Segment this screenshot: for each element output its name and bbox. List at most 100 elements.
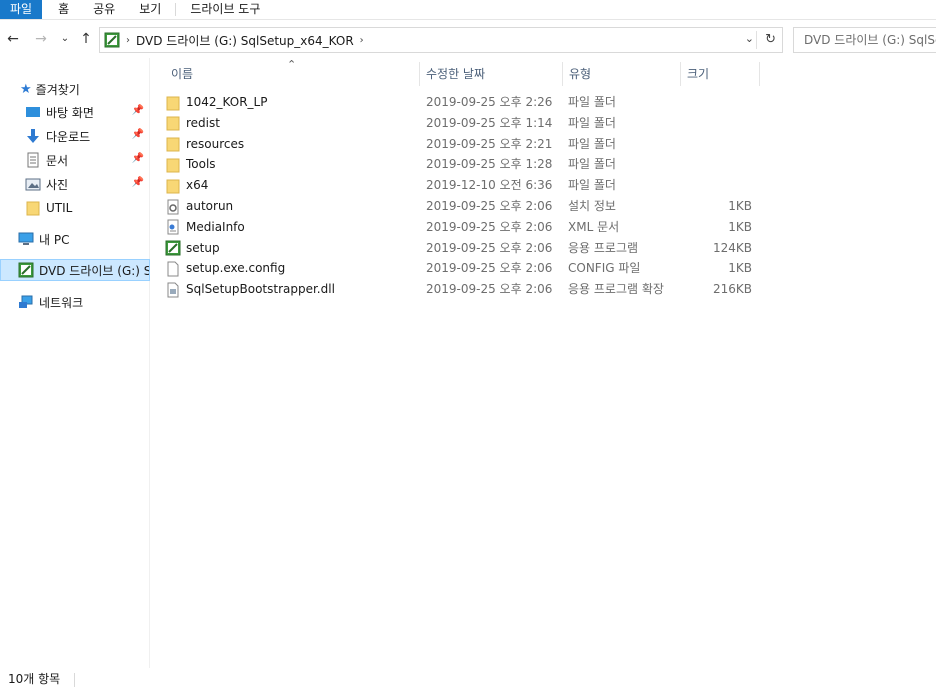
address-dropdown-chevron-icon[interactable]: ⌄ (745, 32, 754, 45)
file-name-cell[interactable]: setup.exe.config (165, 258, 285, 279)
up-arrow-icon[interactable]: ↑ (77, 30, 95, 48)
document-icon (27, 152, 39, 168)
tab-file[interactable]: 파일 (0, 0, 43, 19)
file-name-cell[interactable]: autorun (165, 196, 233, 217)
column-header-name[interactable]: 이름 (171, 62, 193, 86)
column-divider[interactable] (680, 62, 681, 86)
setup-app-icon (165, 240, 181, 256)
download-icon (27, 129, 39, 143)
tab-share[interactable]: 공유 (79, 0, 125, 19)
file-row[interactable]: MediaInfo 2019-09-25 오후 2:06 XML 문서 1KB (165, 217, 765, 238)
nav-item-label: UTIL (46, 201, 73, 215)
file-size (685, 154, 752, 175)
file-date: 2019-09-25 오후 2:06 (426, 219, 553, 234)
nav-quick-access[interactable]: ★ 즐겨찾기 (0, 78, 150, 100)
file-row[interactable]: x64 2019-12-10 오전 6:36 파일 폴더 (165, 175, 765, 196)
file-date: 2019-09-25 오후 2:06 (426, 282, 553, 297)
column-header-size[interactable]: 크기 (687, 62, 709, 86)
file-name-cell[interactable]: 1042_KOR_LP (165, 92, 267, 113)
column-header-date[interactable]: 수정한 날짜 (426, 62, 485, 86)
breadcrumb-chevron-icon[interactable]: › (360, 35, 364, 46)
nav-dvd-drive-label: DVD 드라이브 (G:) S (39, 263, 150, 278)
xml-file-icon (165, 219, 181, 235)
dll-file-icon (165, 282, 181, 298)
back-arrow-icon[interactable]: ← (4, 30, 22, 48)
ribbon-tab-bar: 파일 홈 공유 보기 드라이브 도구 (0, 0, 936, 20)
star-icon: ★ (20, 81, 32, 97)
breadcrumb[interactable]: DVD 드라이브 (G:) SqlSetup_x64_KOR (136, 32, 354, 49)
tab-drive-tools[interactable]: 드라이브 도구 (180, 0, 270, 19)
file-name-cell[interactable]: SqlSetupBootstrapper.dll (165, 279, 335, 300)
column-divider[interactable] (562, 62, 563, 86)
nav-this-pc[interactable]: 내 PC (0, 228, 150, 250)
nav-item-desktop[interactable]: 바탕 화면 📌 (0, 101, 150, 123)
tab-home[interactable]: 홈 (42, 0, 79, 19)
file-name: 1042_KOR_LP (186, 95, 268, 109)
file-row[interactable]: Tools 2019-09-25 오후 1:28 파일 폴더 (165, 154, 765, 175)
file-type: 응용 프로그램 확장 (568, 282, 664, 297)
folder-icon (165, 115, 181, 131)
nav-dvd-drive[interactable]: DVD 드라이브 (G:) S (0, 259, 150, 281)
file-type: CONFIG 파일 (568, 261, 641, 276)
folder-icon (26, 201, 40, 216)
file-type: 파일 폴더 (568, 95, 616, 109)
file-name: setup.exe.config (186, 261, 286, 276)
setup-drive-icon (18, 262, 34, 278)
file-type: XML 문서 (568, 219, 620, 234)
file-name-cell[interactable]: setup (165, 238, 220, 259)
address-row: ← → ⌄ ↑ › DVD 드라이브 (G:) SqlSetup_x64_KOR… (0, 24, 936, 56)
pictures-icon (25, 178, 41, 191)
status-bar-item-count: 10개 항목 (8, 672, 61, 686)
nav-item-label: 바탕 화면 (46, 105, 94, 120)
file-size: 1KB (728, 199, 752, 213)
file-name: MediaInfo (186, 219, 245, 234)
file-row[interactable]: resources 2019-09-25 오후 2:21 파일 폴더 (165, 134, 765, 155)
file-size: 1KB (728, 261, 752, 276)
file-row[interactable]: redist 2019-09-25 오후 1:14 파일 폴더 (165, 113, 765, 134)
column-header-type[interactable]: 유형 (569, 62, 591, 86)
address-bar[interactable]: › DVD 드라이브 (G:) SqlSetup_x64_KOR › ⌄ ↻ (99, 27, 783, 53)
folder-icon (165, 157, 181, 173)
file-date: 2019-09-25 오후 1:28 (426, 157, 553, 172)
file-type: 파일 폴더 (568, 115, 616, 130)
nav-item-downloads[interactable]: 다운로드 📌 (0, 125, 150, 147)
file-name-cell[interactable]: MediaInfo (165, 217, 245, 238)
file-size (685, 92, 752, 113)
navigation-pane: ★ 즐겨찾기 바탕 화면 📌 다운로드 📌 문서 📌 사진 📌 UTIL 내 P… (0, 58, 150, 668)
refresh-icon[interactable]: ↻ (756, 31, 776, 49)
file-name-cell[interactable]: resources (165, 134, 244, 155)
nav-this-pc-label: 내 PC (39, 232, 70, 247)
file-date: 2019-09-25 오후 2:06 (426, 240, 553, 255)
file-name: redist (186, 115, 220, 130)
forward-arrow-icon[interactable]: → (32, 30, 50, 48)
column-divider[interactable] (759, 62, 760, 86)
file-row[interactable]: 1042_KOR_LP 2019-09-25 오후 2:26 파일 폴더 (165, 92, 765, 113)
nav-network[interactable]: 네트워크 (0, 291, 150, 313)
column-divider[interactable] (419, 62, 420, 86)
folder-icon (165, 136, 181, 152)
recent-locations-chevron-icon[interactable]: ⌄ (56, 30, 74, 48)
computer-icon (18, 232, 34, 245)
search-input[interactable]: DVD 드라이브 (G:) SqlSet (793, 27, 936, 53)
file-name: setup (186, 240, 220, 255)
file-name: x64 (186, 178, 209, 193)
pin-icon: 📌 (131, 105, 144, 116)
file-row[interactable]: SqlSetupBootstrapper.dll 2019-09-25 오후 2:… (165, 279, 765, 300)
file-name: resources (186, 136, 245, 151)
file-row[interactable]: autorun 2019-09-25 오후 2:06 설치 정보 1KB (165, 196, 765, 217)
file-type: 설치 정보 (568, 199, 616, 213)
blank-file-icon (165, 261, 181, 277)
breadcrumb-chevron-icon: › (126, 34, 130, 46)
nav-item-documents[interactable]: 문서 📌 (0, 149, 150, 171)
nav-item-util[interactable]: UTIL (0, 197, 150, 219)
network-icon (19, 295, 33, 308)
file-name-cell[interactable]: Tools (165, 154, 216, 175)
file-row[interactable]: setup 2019-09-25 오후 2:06 응용 프로그램 124KB (165, 238, 765, 259)
file-row[interactable]: setup.exe.config 2019-09-25 오후 2:06 CONFIG… (165, 258, 765, 279)
tab-view[interactable]: 보기 (125, 0, 171, 19)
file-name-cell[interactable]: x64 (165, 175, 208, 196)
file-name: autorun (186, 199, 234, 213)
nav-item-pictures[interactable]: 사진 📌 (0, 173, 150, 195)
settings-file-icon (165, 199, 181, 215)
file-name-cell[interactable]: redist (165, 113, 220, 134)
